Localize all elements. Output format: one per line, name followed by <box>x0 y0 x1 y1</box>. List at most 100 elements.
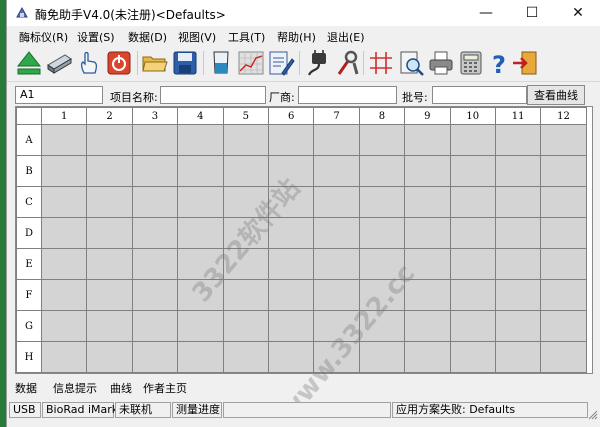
column-header[interactable]: 8 <box>358 107 406 125</box>
well-cell[interactable] <box>540 155 587 187</box>
well-cell[interactable] <box>86 279 133 311</box>
well-cell[interactable] <box>267 217 315 249</box>
close-button[interactable]: ✕ <box>555 0 600 26</box>
well-cell[interactable] <box>313 310 360 342</box>
well-cell[interactable] <box>358 310 406 342</box>
well-cell[interactable] <box>40 341 88 373</box>
column-header[interactable]: 12 <box>540 107 587 125</box>
well-cell[interactable] <box>313 217 360 249</box>
column-header[interactable]: 1 <box>40 107 88 125</box>
exit-door-icon[interactable] <box>511 49 539 77</box>
chart-grid-icon[interactable] <box>237 49 265 77</box>
well-cell[interactable] <box>86 341 133 373</box>
row-header[interactable]: H <box>16 341 42 373</box>
well-cell[interactable] <box>358 217 406 249</box>
row-header[interactable]: E <box>16 248 42 280</box>
edit-document-icon[interactable] <box>267 49 295 77</box>
well-cell[interactable] <box>177 124 224 156</box>
well-cell[interactable] <box>358 279 406 311</box>
well-cell[interactable] <box>86 217 133 249</box>
well-cell[interactable] <box>540 310 587 342</box>
plug-icon[interactable] <box>303 49 331 77</box>
help-icon[interactable]: ? <box>485 49 513 77</box>
maximize-button[interactable]: ☐ <box>509 0 555 26</box>
well-cell[interactable] <box>131 217 179 249</box>
menu-data[interactable]: 数据(D) <box>128 29 167 45</box>
well-cell[interactable] <box>131 341 179 373</box>
well-cell[interactable] <box>267 248 315 280</box>
grid-hash-icon[interactable] <box>367 49 395 77</box>
column-header[interactable]: 2 <box>86 107 133 125</box>
well-cell[interactable] <box>449 279 496 311</box>
well-position-field[interactable]: A1 <box>15 86 103 104</box>
row-header[interactable]: G <box>16 310 42 342</box>
well-cell[interactable] <box>267 279 315 311</box>
resize-grip-icon[interactable] <box>588 410 598 420</box>
well-cell[interactable] <box>86 155 133 187</box>
well-cell[interactable] <box>540 217 587 249</box>
well-cell[interactable] <box>222 310 269 342</box>
well-cell[interactable] <box>404 155 451 187</box>
well-cell[interactable] <box>494 124 542 156</box>
well-cell[interactable] <box>358 186 406 218</box>
column-header[interactable]: 11 <box>494 107 542 125</box>
well-cell[interactable] <box>404 248 451 280</box>
well-cell[interactable] <box>494 217 542 249</box>
well-cell[interactable] <box>313 341 360 373</box>
well-cell[interactable] <box>449 341 496 373</box>
column-header[interactable]: 10 <box>449 107 496 125</box>
well-cell[interactable] <box>267 155 315 187</box>
tab-curve[interactable]: 曲线 <box>110 380 132 396</box>
menu-reader[interactable]: 酶标仪(R) <box>19 29 68 45</box>
menu-view[interactable]: 视图(V) <box>178 29 216 45</box>
well-cell[interactable] <box>177 341 224 373</box>
well-cell[interactable] <box>358 341 406 373</box>
column-header[interactable]: 5 <box>222 107 269 125</box>
well-cell[interactable] <box>358 124 406 156</box>
tab-data[interactable]: 数据 <box>15 380 37 396</box>
open-folder-icon[interactable] <box>141 49 169 77</box>
well-cell[interactable] <box>267 124 315 156</box>
well-cell[interactable] <box>267 341 315 373</box>
row-header[interactable]: B <box>16 155 42 187</box>
menu-tools[interactable]: 工具(T) <box>228 29 265 45</box>
well-cell[interactable] <box>358 155 406 187</box>
well-cell[interactable] <box>131 279 179 311</box>
well-cell[interactable] <box>222 186 269 218</box>
well-cell[interactable] <box>358 248 406 280</box>
save-disk-icon[interactable] <box>171 49 199 77</box>
printer-icon[interactable] <box>427 49 455 77</box>
minimize-button[interactable]: — <box>463 0 509 26</box>
well-cell[interactable] <box>131 186 179 218</box>
project-name-input[interactable] <box>160 86 266 104</box>
well-cell[interactable] <box>313 186 360 218</box>
print-preview-icon[interactable] <box>397 49 425 77</box>
well-cell[interactable] <box>494 310 542 342</box>
well-cell[interactable] <box>40 124 88 156</box>
well-cell[interactable] <box>222 279 269 311</box>
well-cell[interactable] <box>313 124 360 156</box>
well-cell[interactable] <box>40 248 88 280</box>
row-header[interactable]: F <box>16 279 42 311</box>
well-cell[interactable] <box>540 186 587 218</box>
hand-pointer-icon[interactable] <box>75 49 103 77</box>
well-cell[interactable] <box>449 124 496 156</box>
well-cell[interactable] <box>404 124 451 156</box>
well-cell[interactable] <box>177 248 224 280</box>
well-cell[interactable] <box>177 186 224 218</box>
batch-input[interactable] <box>432 86 527 104</box>
row-header[interactable]: C <box>16 186 42 218</box>
well-cell[interactable] <box>540 279 587 311</box>
scanner-icon[interactable] <box>45 49 73 77</box>
well-cell[interactable] <box>540 248 587 280</box>
well-cell[interactable] <box>404 186 451 218</box>
well-cell[interactable] <box>86 310 133 342</box>
well-cell[interactable] <box>404 279 451 311</box>
tab-author-home[interactable]: 作者主页 <box>143 380 187 396</box>
vendor-input[interactable] <box>298 86 397 104</box>
column-header[interactable]: 3 <box>131 107 179 125</box>
menu-exit[interactable]: 退出(E) <box>327 29 365 45</box>
well-cell[interactable] <box>404 310 451 342</box>
well-cell[interactable] <box>313 279 360 311</box>
well-cell[interactable] <box>449 310 496 342</box>
